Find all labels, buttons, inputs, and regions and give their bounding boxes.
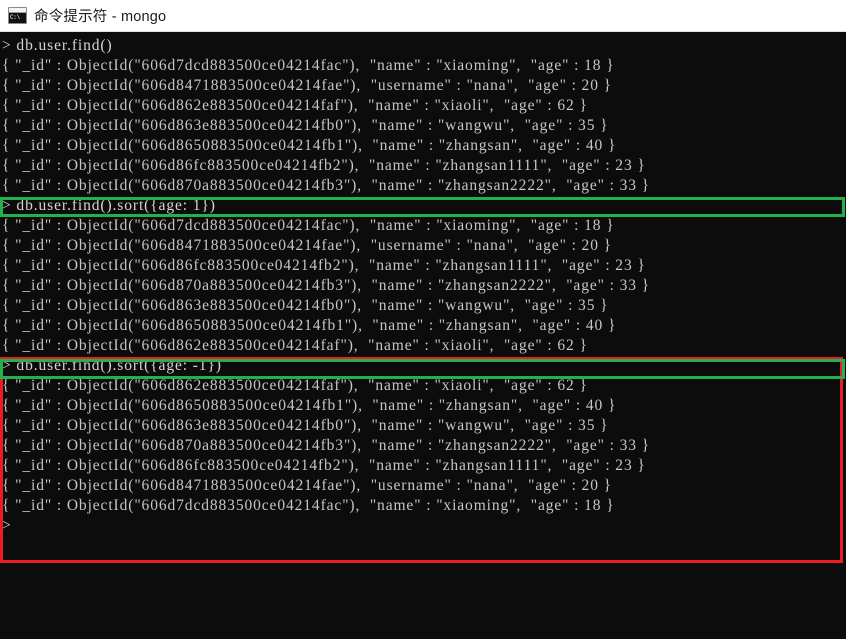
terminal-output[interactable]: > db.user.find() { "_id" : ObjectId("606d…	[0, 32, 846, 639]
terminal-result-line: { "_id" : ObjectId("606d8471883500ce0421…	[2, 477, 612, 494]
terminal-result-line: { "_id" : ObjectId("606d862e883500ce0421…	[2, 337, 588, 354]
terminal-result-line: { "_id" : ObjectId("606d862e883500ce0421…	[2, 97, 588, 114]
terminal-result-line: { "_id" : ObjectId("606d863e883500ce0421…	[2, 297, 609, 314]
terminal-result-line: { "_id" : ObjectId("606d86fc883500ce0421…	[2, 157, 646, 174]
terminal-result-line: { "_id" : ObjectId("606d8471883500ce0421…	[2, 77, 612, 94]
terminal-command-line: >	[2, 517, 12, 534]
terminal-command-line: > db.user.find().sort({age: 1})	[2, 197, 216, 214]
terminal-result-line: { "_id" : ObjectId("606d7dcd883500ce0421…	[2, 497, 615, 514]
terminal-result-line: { "_id" : ObjectId("606d8650883500ce0421…	[2, 397, 617, 414]
terminal-result-line: { "_id" : ObjectId("606d870a883500ce0421…	[2, 277, 651, 294]
terminal-result-line: { "_id" : ObjectId("606d86fc883500ce0421…	[2, 257, 646, 274]
terminal-command-line: > db.user.find().sort({age: -1})	[2, 357, 222, 374]
cmd-prompt-icon: C:\	[8, 7, 27, 24]
cmd-window: C:\ 命令提示符 - mongo > db.user.find() { "_id…	[0, 0, 846, 639]
terminal-result-line: { "_id" : ObjectId("606d86fc883500ce0421…	[2, 457, 646, 474]
terminal-result-line: { "_id" : ObjectId("606d863e883500ce0421…	[2, 117, 609, 134]
terminal-command-line: > db.user.find()	[2, 37, 113, 54]
window-titlebar[interactable]: C:\ 命令提示符 - mongo	[0, 0, 846, 32]
terminal-result-line: { "_id" : ObjectId("606d863e883500ce0421…	[2, 417, 609, 434]
terminal-result-line: { "_id" : ObjectId("606d7dcd883500ce0421…	[2, 217, 615, 234]
cmd-icon-screen: C:\	[9, 13, 26, 23]
terminal-result-line: { "_id" : ObjectId("606d8471883500ce0421…	[2, 237, 612, 254]
terminal-result-line: { "_id" : ObjectId("606d7dcd883500ce0421…	[2, 57, 615, 74]
terminal-result-line: { "_id" : ObjectId("606d8650883500ce0421…	[2, 137, 617, 154]
terminal-result-line: { "_id" : ObjectId("606d870a883500ce0421…	[2, 177, 651, 194]
terminal-result-line: { "_id" : ObjectId("606d862e883500ce0421…	[2, 377, 588, 394]
window-title: 命令提示符 - mongo	[34, 9, 167, 25]
terminal-result-line: { "_id" : ObjectId("606d8650883500ce0421…	[2, 317, 617, 334]
terminal-result-line: { "_id" : ObjectId("606d870a883500ce0421…	[2, 437, 651, 454]
